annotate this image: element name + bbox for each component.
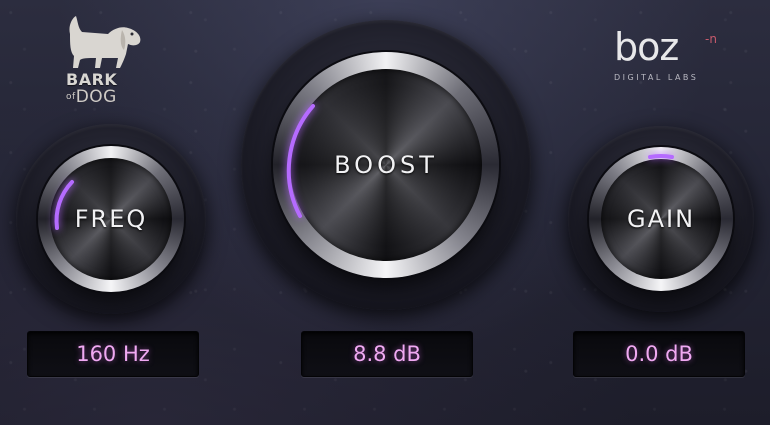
bark-logo-small: of: [66, 92, 76, 102]
boz-digital-labs-logo: boz -n DIGITAL LABS: [610, 25, 730, 90]
boz-logo-sup: -n: [705, 32, 717, 46]
plugin-panel: BARK ofDOG boz -n DIGITAL LABS FREQ BOOS…: [0, 0, 770, 425]
gain-value-display[interactable]: 0.0 dB: [573, 331, 745, 377]
boost-value-display[interactable]: 8.8 dB: [301, 331, 473, 377]
boz-logo-sub: DIGITAL LABS: [614, 73, 699, 82]
bark-logo-dog: DOG: [75, 87, 117, 107]
boost-knob-label: BOOST: [334, 151, 438, 179]
gain-knob-label: GAIN: [626, 205, 696, 233]
boost-knob-cap: BOOST: [290, 69, 482, 261]
boz-logo-word: boz: [614, 25, 679, 69]
freq-value-display[interactable]: 160 Hz: [27, 331, 199, 377]
dog-icon: [69, 16, 141, 68]
freq-knob-well: FREQ: [16, 124, 206, 314]
freq-knob[interactable]: FREQ: [38, 146, 184, 292]
bark-of-dog-logo: BARK ofDOG: [58, 14, 154, 109]
gain-knob-cap: GAIN: [601, 159, 721, 279]
gain-knob[interactable]: GAIN: [589, 147, 733, 291]
freq-knob-cap: FREQ: [50, 158, 172, 280]
gain-knob-well: GAIN: [568, 126, 754, 312]
boost-knob[interactable]: BOOST: [273, 52, 499, 278]
boost-knob-well: BOOST: [241, 20, 531, 310]
bark-logo-line2: ofDOG: [66, 87, 117, 107]
freq-knob-label: FREQ: [74, 205, 148, 233]
